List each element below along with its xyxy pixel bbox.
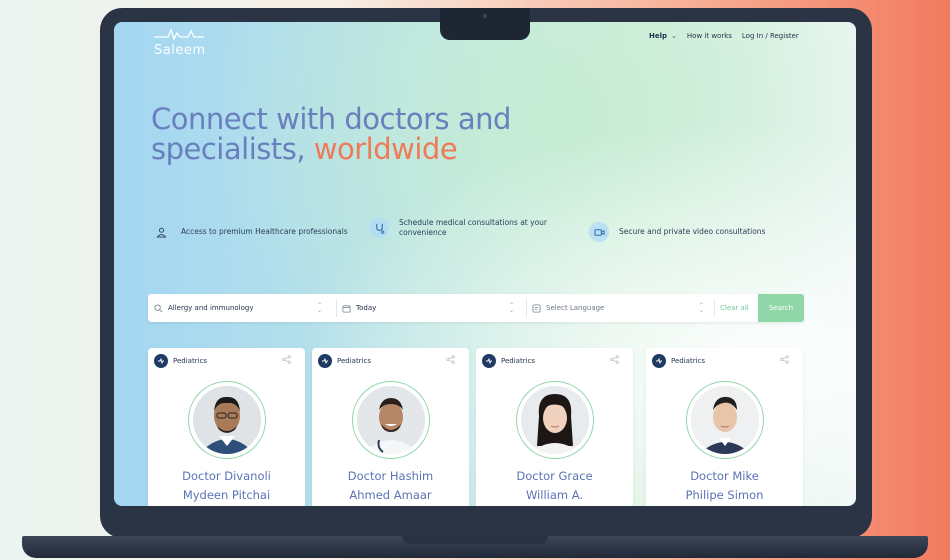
feature-text: Secure and private video consultations <box>619 227 766 236</box>
clear-all-button[interactable]: Clear all <box>720 294 749 322</box>
date-value: Today <box>356 304 377 312</box>
doctor-photo <box>691 386 759 454</box>
doctor-name[interactable]: Doctor Mike Philipe Simon <box>646 467 803 505</box>
doctor-avatar <box>516 381 594 459</box>
hero-line-1: Connect with doctors and <box>151 102 511 136</box>
specialty-label: Pediatrics <box>501 357 536 365</box>
doctor-name[interactable]: Doctor Divanoli Mydeen Pitchai <box>148 467 305 505</box>
feature-item-video: Secure and private video consultations <box>589 222 765 242</box>
select-arrows-icon: ⌃ ⌄ <box>508 302 514 314</box>
doctor-photo <box>357 386 425 454</box>
feature-item-schedule: Schedule medical consultations at your c… <box>369 218 547 238</box>
doctor-card[interactable]: Pediatrics Doctor Grace William A. <box>476 348 633 506</box>
specialty-badge-icon <box>652 354 666 368</box>
share-icon[interactable] <box>282 355 291 364</box>
nav-how-it-works[interactable]: How it works <box>687 32 732 40</box>
share-icon[interactable] <box>780 355 789 364</box>
doctor-name[interactable]: Doctor Hashim Ahmed Amaar <box>312 467 469 505</box>
chevron-down-icon[interactable]: ⌄ <box>671 32 677 40</box>
doctor-avatar <box>188 381 266 459</box>
doctor-icon <box>151 222 171 242</box>
camera-dot <box>483 14 487 18</box>
doctor-photo <box>521 386 589 454</box>
divider <box>714 299 715 317</box>
heartbeat-logo-icon <box>154 28 204 41</box>
hero-accent-word: worldwide <box>313 132 458 166</box>
doctor-card[interactable]: Pediatrics Doctor Divanoli Mydeen Pitcha… <box>148 348 305 506</box>
specialty-label: Pediatrics <box>337 357 372 365</box>
nav-login-register[interactable]: Log In / Register <box>742 32 799 40</box>
hero-heading: Connect with doctors and specialists, wo… <box>151 104 571 164</box>
doctor-name-line1: Doctor Mike <box>690 469 759 483</box>
card-specialty: Pediatrics <box>318 354 371 368</box>
share-icon[interactable] <box>446 355 455 364</box>
select-arrows-icon: ⌃ ⌄ <box>698 302 704 314</box>
site-logo[interactable]: Saleem <box>154 26 214 58</box>
specialty-select[interactable]: Allergy and immunology ⌃ ⌄ <box>154 294 330 322</box>
hero-line-2-text: specialists, <box>151 132 314 166</box>
doctor-avatar <box>352 381 430 459</box>
language-icon <box>532 303 541 313</box>
hero-line-2: specialists, worldwide <box>151 134 571 164</box>
feature-item-professionals: Access to premium Healthcare professiona… <box>151 222 348 242</box>
card-specialty: Pediatrics <box>652 354 705 368</box>
feature-text-line1: Schedule medical consultations at your <box>399 218 547 227</box>
feature-text-line2: convenience <box>399 228 447 237</box>
doctor-name-line1: Doctor Divanoli <box>182 469 271 483</box>
doctor-card[interactable]: Pediatrics Doctor Hashim Ahmed Amaar <box>312 348 469 506</box>
brand-name: Saleem <box>154 43 206 58</box>
search-button[interactable]: Search <box>758 294 804 322</box>
video-icon <box>589 222 609 242</box>
specialty-badge-icon <box>154 354 168 368</box>
feature-text: Access to premium Healthcare professiona… <box>181 227 348 236</box>
feature-list: Access to premium Healthcare professiona… <box>151 218 811 254</box>
specialty-value: Allergy and immunology <box>168 304 254 312</box>
date-select[interactable]: Today ⌃ ⌄ <box>342 294 522 322</box>
stethoscope-icon <box>369 218 389 238</box>
doctor-avatar <box>686 381 764 459</box>
calendar-icon <box>342 304 351 313</box>
specialty-label: Pediatrics <box>671 357 706 365</box>
top-nav: Help ⌄ How it works Log In / Register <box>649 32 799 40</box>
doctor-name-line2: Philipe Simon <box>685 488 764 502</box>
divider <box>526 299 527 317</box>
specialty-label: Pediatrics <box>173 357 208 365</box>
specialty-badge-icon <box>318 354 332 368</box>
doctor-name[interactable]: Doctor Grace William A. <box>476 467 633 505</box>
doctor-photo <box>193 386 261 454</box>
card-specialty: Pediatrics <box>154 354 207 368</box>
doctor-card[interactable]: Pediatrics Doctor Mike Philipe Simon <box>646 348 803 506</box>
nav-help[interactable]: Help <box>649 32 667 40</box>
language-placeholder: Select Language <box>546 304 605 312</box>
share-icon[interactable] <box>610 355 619 364</box>
select-arrows-icon: ⌃ ⌄ <box>316 302 322 314</box>
doctor-name-line1: Doctor Hashim <box>347 469 434 483</box>
language-select[interactable]: Select Language ⌃ ⌄ <box>532 294 712 322</box>
doctor-name-line2: Ahmed Amaar <box>349 488 432 502</box>
camera-notch <box>440 8 530 40</box>
card-specialty: Pediatrics <box>482 354 535 368</box>
laptop-base-notch <box>402 536 548 544</box>
doctor-name-line1: Doctor Grace <box>516 469 593 483</box>
laptop-base <box>22 536 928 558</box>
doctor-name-line2: Mydeen Pitchai <box>182 488 271 502</box>
doctor-search-bar: Allergy and immunology ⌃ ⌄ Today ⌃ ⌄ Selec… <box>148 294 804 322</box>
doctor-name-line2: William A. <box>525 488 584 502</box>
search-icon <box>154 303 163 312</box>
browser-screen: Saleem Help ⌄ How it works Log In / Regi… <box>114 22 856 506</box>
specialty-badge-icon <box>482 354 496 368</box>
divider <box>336 299 337 317</box>
